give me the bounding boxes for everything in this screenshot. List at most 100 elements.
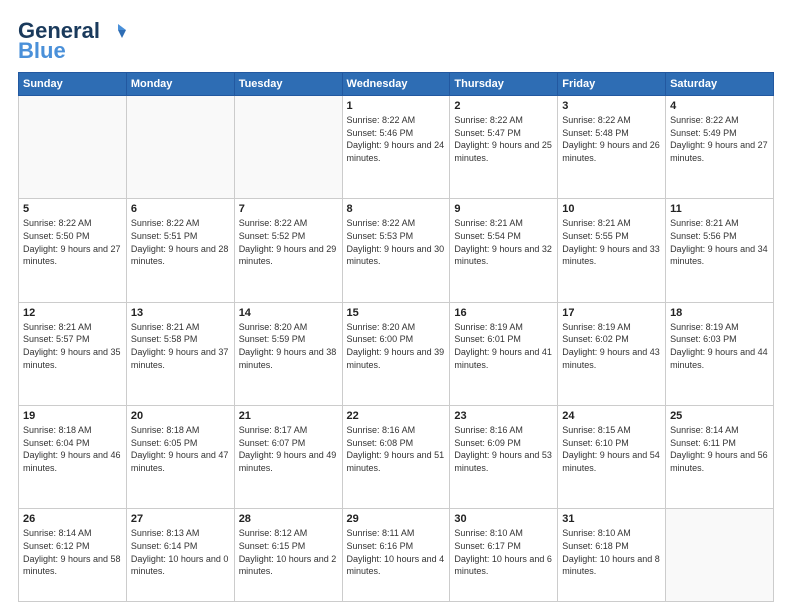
day-detail: Sunrise: 8:16 AMSunset: 6:08 PMDaylight:… [347, 424, 446, 474]
weekday-thursday: Thursday [450, 73, 558, 96]
day-number: 21 [239, 410, 338, 422]
calendar-cell: 9 Sunrise: 8:21 AMSunset: 5:54 PMDaylight… [450, 199, 558, 302]
weekday-header-row: SundayMondayTuesdayWednesdayThursdayFrid… [19, 73, 774, 96]
day-number: 27 [131, 513, 230, 525]
calendar-cell: 14 Sunrise: 8:20 AMSunset: 5:59 PMDayligh… [234, 302, 342, 405]
day-number: 9 [454, 203, 553, 215]
day-number: 17 [562, 307, 661, 319]
calendar-cell: 10Sunrise: 8:21 AMSunset: 5:55 PMDayligh… [558, 199, 666, 302]
day-number: 22 [347, 410, 446, 422]
calendar-cell: 16 Sunrise: 8:19 AMSunset: 6:01 PMDayligh… [450, 302, 558, 405]
day-detail: Sunrise: 8:20 AMSunset: 5:59 PMDaylight:… [239, 321, 338, 371]
calendar-cell: 15Sunrise: 8:20 AMSunset: 6:00 PMDayligh… [342, 302, 450, 405]
calendar-cell: 26Sunrise: 8:14 AMSunset: 6:12 PMDayligh… [19, 509, 127, 602]
day-detail: Sunrise: 8:19 AMSunset: 6:01 PMDaylight:… [454, 321, 553, 371]
day-detail: Sunrise: 8:17 AMSunset: 6:07 PMDaylight:… [239, 424, 338, 474]
day-detail: Sunrise: 8:19 AMSunset: 6:03 PMDaylight:… [670, 321, 769, 371]
logo-bird-icon [104, 20, 126, 42]
day-detail: Sunrise: 8:18 AMSunset: 6:04 PMDaylight:… [23, 424, 122, 474]
calendar-table: SundayMondayTuesdayWednesdayThursdayFrid… [18, 72, 774, 602]
calendar-cell: 27 Sunrise: 8:13 AMSunset: 6:14 PMDayligh… [126, 509, 234, 602]
calendar-cell [234, 96, 342, 199]
calendar-cell: 19 Sunrise: 8:18 AMSunset: 6:04 PMDayligh… [19, 406, 127, 509]
day-detail: Sunrise: 8:22 AMSunset: 5:48 PMDaylight:… [562, 114, 661, 164]
calendar-cell: 22 Sunrise: 8:16 AMSunset: 6:08 PMDayligh… [342, 406, 450, 509]
calendar-cell: 8Sunrise: 8:22 AMSunset: 5:53 PMDaylight… [342, 199, 450, 302]
day-detail: Sunrise: 8:10 AMSunset: 6:17 PMDaylight:… [454, 527, 553, 577]
day-number: 25 [670, 410, 769, 422]
day-number: 20 [131, 410, 230, 422]
calendar-cell: 6 Sunrise: 8:22 AMSunset: 5:51 PMDaylight… [126, 199, 234, 302]
day-number: 30 [454, 513, 553, 525]
calendar-cell: 5 Sunrise: 8:22 AMSunset: 5:50 PMDaylight… [19, 199, 127, 302]
calendar-cell: 21 Sunrise: 8:17 AMSunset: 6:07 PMDayligh… [234, 406, 342, 509]
calendar-cell: 29 Sunrise: 8:11 AMSunset: 6:16 PMDayligh… [342, 509, 450, 602]
day-detail: Sunrise: 8:22 AMSunset: 5:52 PMDaylight:… [239, 217, 338, 267]
week-row-1: 1Sunrise: 8:22 AMSunset: 5:46 PMDaylight… [19, 96, 774, 199]
day-number: 28 [239, 513, 338, 525]
day-detail: Sunrise: 8:14 AMSunset: 6:11 PMDaylight:… [670, 424, 769, 474]
day-detail: Sunrise: 8:21 AMSunset: 5:55 PMDaylight:… [562, 217, 661, 267]
day-detail: Sunrise: 8:21 AMSunset: 5:54 PMDaylight:… [454, 217, 553, 267]
calendar-cell [666, 509, 774, 602]
calendar-cell [19, 96, 127, 199]
calendar-cell [126, 96, 234, 199]
weekday-friday: Friday [558, 73, 666, 96]
calendar-cell: 25 Sunrise: 8:14 AMSunset: 6:11 PMDayligh… [666, 406, 774, 509]
day-detail: Sunrise: 8:18 AMSunset: 6:05 PMDaylight:… [131, 424, 230, 474]
day-detail: Sunrise: 8:22 AMSunset: 5:46 PMDaylight:… [347, 114, 446, 164]
day-number: 29 [347, 513, 446, 525]
day-detail: Sunrise: 8:21 AMSunset: 5:56 PMDaylight:… [670, 217, 769, 267]
calendar-cell: 31 Sunrise: 8:10 AMSunset: 6:18 PMDayligh… [558, 509, 666, 602]
day-number: 23 [454, 410, 553, 422]
day-detail: Sunrise: 8:14 AMSunset: 6:12 PMDaylight:… [23, 527, 122, 577]
week-row-3: 12 Sunrise: 8:21 AMSunset: 5:57 PMDayligh… [19, 302, 774, 405]
day-number: 14 [239, 307, 338, 319]
calendar-cell: 24Sunrise: 8:15 AMSunset: 6:10 PMDayligh… [558, 406, 666, 509]
calendar-cell: 4Sunrise: 8:22 AMSunset: 5:49 PMDaylight… [666, 96, 774, 199]
day-number: 18 [670, 307, 769, 319]
day-detail: Sunrise: 8:21 AMSunset: 5:57 PMDaylight:… [23, 321, 122, 371]
day-detail: Sunrise: 8:11 AMSunset: 6:16 PMDaylight:… [347, 527, 446, 577]
day-detail: Sunrise: 8:22 AMSunset: 5:47 PMDaylight:… [454, 114, 553, 164]
day-detail: Sunrise: 8:13 AMSunset: 6:14 PMDaylight:… [131, 527, 230, 577]
day-detail: Sunrise: 8:12 AMSunset: 6:15 PMDaylight:… [239, 527, 338, 577]
week-row-5: 26Sunrise: 8:14 AMSunset: 6:12 PMDayligh… [19, 509, 774, 602]
day-detail: Sunrise: 8:22 AMSunset: 5:49 PMDaylight:… [670, 114, 769, 164]
day-detail: Sunrise: 8:21 AMSunset: 5:58 PMDaylight:… [131, 321, 230, 371]
day-detail: Sunrise: 8:22 AMSunset: 5:51 PMDaylight:… [131, 217, 230, 267]
logo-blue-text: Blue [18, 38, 66, 64]
calendar-cell: 20 Sunrise: 8:18 AMSunset: 6:05 PMDayligh… [126, 406, 234, 509]
weekday-saturday: Saturday [666, 73, 774, 96]
weekday-sunday: Sunday [19, 73, 127, 96]
calendar-cell: 23Sunrise: 8:16 AMSunset: 6:09 PMDayligh… [450, 406, 558, 509]
weekday-tuesday: Tuesday [234, 73, 342, 96]
calendar-cell: 30 Sunrise: 8:10 AMSunset: 6:17 PMDayligh… [450, 509, 558, 602]
calendar-cell: 1Sunrise: 8:22 AMSunset: 5:46 PMDaylight… [342, 96, 450, 199]
day-number: 2 [454, 100, 553, 112]
day-detail: Sunrise: 8:22 AMSunset: 5:50 PMDaylight:… [23, 217, 122, 267]
calendar-cell: 18 Sunrise: 8:19 AMSunset: 6:03 PMDayligh… [666, 302, 774, 405]
day-number: 13 [131, 307, 230, 319]
header: General Blue [18, 18, 774, 64]
day-number: 11 [670, 203, 769, 215]
day-number: 6 [131, 203, 230, 215]
day-number: 12 [23, 307, 122, 319]
weekday-monday: Monday [126, 73, 234, 96]
calendar-cell: 17 Sunrise: 8:19 AMSunset: 6:02 PMDayligh… [558, 302, 666, 405]
day-detail: Sunrise: 8:19 AMSunset: 6:02 PMDaylight:… [562, 321, 661, 371]
day-number: 16 [454, 307, 553, 319]
calendar-cell: 7 Sunrise: 8:22 AMSunset: 5:52 PMDaylight… [234, 199, 342, 302]
day-number: 7 [239, 203, 338, 215]
calendar-cell: 28 Sunrise: 8:12 AMSunset: 6:15 PMDayligh… [234, 509, 342, 602]
day-detail: Sunrise: 8:10 AMSunset: 6:18 PMDaylight:… [562, 527, 661, 577]
calendar-cell: 12 Sunrise: 8:21 AMSunset: 5:57 PMDayligh… [19, 302, 127, 405]
calendar-cell: 2 Sunrise: 8:22 AMSunset: 5:47 PMDaylight… [450, 96, 558, 199]
week-row-2: 5 Sunrise: 8:22 AMSunset: 5:50 PMDaylight… [19, 199, 774, 302]
day-number: 19 [23, 410, 122, 422]
day-number: 5 [23, 203, 122, 215]
day-number: 31 [562, 513, 661, 525]
calendar-cell: 3Sunrise: 8:22 AMSunset: 5:48 PMDaylight… [558, 96, 666, 199]
page: General Blue SundayMondayTuesdayWednesda… [0, 0, 792, 612]
calendar-cell: 13 Sunrise: 8:21 AMSunset: 5:58 PMDayligh… [126, 302, 234, 405]
